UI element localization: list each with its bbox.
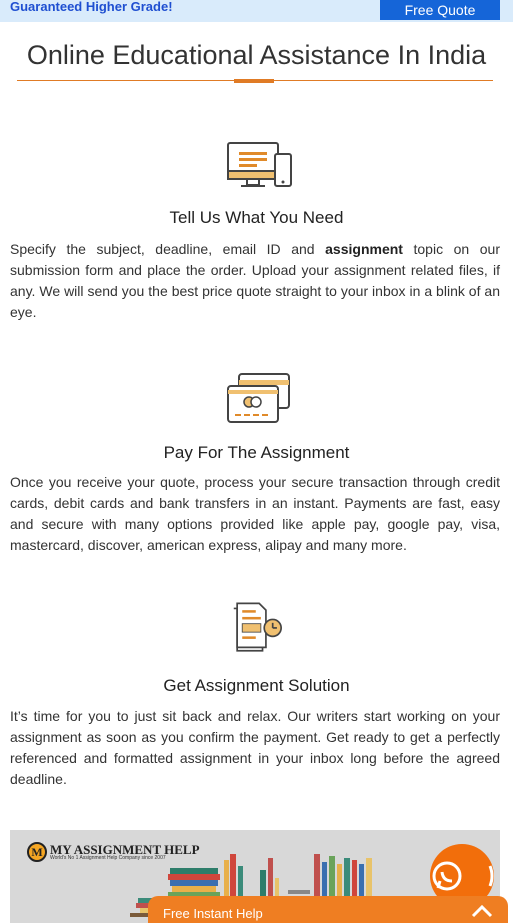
free-instant-help-bar[interactable]: Free Instant Help [148, 896, 508, 923]
free-quote-button[interactable]: Free Quote [380, 0, 500, 20]
assignment-keyword[interactable]: assignment [325, 241, 403, 257]
chevron-up-icon[interactable] [470, 904, 494, 918]
page-title: Online Educational Assistance In India [26, 40, 487, 70]
credit-card-icon [227, 373, 290, 423]
help-bar-label: Free Instant Help [163, 906, 263, 921]
monitor-document-icon [227, 142, 292, 187]
step-title-solution: Get Assignment Solution [163, 676, 350, 695]
step-title-pay: Pay For The Assignment [163, 443, 350, 462]
top-promo-bar: Guaranteed Higher Grade! Free Quote [0, 0, 513, 22]
guarantee-tagline: Guaranteed Higher Grade! [10, 0, 173, 14]
step-text-solution: It’s time for you to just sit back and r… [10, 708, 500, 787]
step-text-pay: Once you receive your quote, process you… [10, 474, 500, 553]
title-divider-accent [234, 79, 274, 83]
brand-logo: M [27, 842, 47, 862]
step-title-need: Tell Us What You Need [169, 208, 344, 227]
step-text-need: Specify the subject, deadline, email ID … [10, 241, 500, 320]
document-clock-icon [233, 602, 282, 652]
